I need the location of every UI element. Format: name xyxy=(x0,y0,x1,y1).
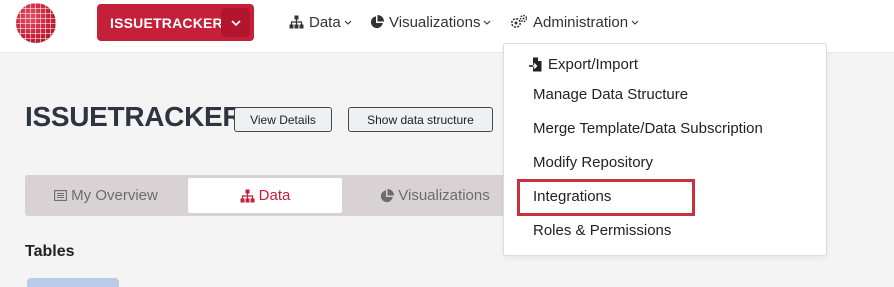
menu-item-modify-repository[interactable]: Modify Repository xyxy=(533,154,653,171)
sitemap-icon xyxy=(289,15,304,29)
menu-item-manage-data-structure[interactable]: Manage Data Structure xyxy=(533,86,688,103)
show-data-structure-button[interactable]: Show data structure xyxy=(348,107,493,132)
menu-item-integrations[interactable]: Integrations xyxy=(533,188,611,205)
table-tile[interactable] xyxy=(27,278,119,287)
chevron-down-icon xyxy=(631,20,639,25)
menu-item-merge-template[interactable]: Merge Template/Data Subscription xyxy=(533,120,763,137)
nav-administration-label: Administration xyxy=(533,13,629,31)
tab-visualizations-label: Visualizations xyxy=(398,187,490,204)
chevron-down-icon xyxy=(483,20,491,25)
nav-visualizations[interactable]: Visualizations xyxy=(370,12,491,32)
page-title: ISSUETRACKER xyxy=(25,101,243,132)
nav-administration[interactable]: Administration xyxy=(510,12,639,32)
pie-chart-icon xyxy=(370,15,384,29)
tab-my-overview[interactable]: My Overview xyxy=(28,178,184,213)
repository-dropdown-toggle[interactable] xyxy=(221,8,250,37)
menu-item-export-import[interactable]: Export/Import xyxy=(529,56,639,73)
sitemap-icon xyxy=(240,189,255,203)
tab-visualizations[interactable]: Visualizations xyxy=(355,178,515,213)
pie-chart-icon xyxy=(380,188,395,203)
repository-button-label: ISSUETRACKER xyxy=(110,15,223,31)
nav-data[interactable]: Data xyxy=(289,12,352,32)
menu-item-roles-permissions[interactable]: Roles & Permissions xyxy=(533,222,671,239)
logo-icon[interactable] xyxy=(16,3,56,43)
file-import-icon xyxy=(529,57,542,72)
repository-button[interactable]: ISSUETRACKER xyxy=(97,4,254,41)
administration-dropdown-menu: Export/Import Manage Data Structure Merg… xyxy=(503,43,827,256)
tables-section-title: Tables xyxy=(25,243,75,260)
tab-data-label: Data xyxy=(258,187,291,204)
view-details-button[interactable]: View Details xyxy=(234,107,332,132)
content-tabs: My Overview Data Visualizations xyxy=(25,175,545,216)
list-icon xyxy=(54,190,68,201)
nav-visualizations-label: Visualizations xyxy=(389,13,481,31)
menu-item-export-import-label: Export/Import xyxy=(548,56,639,73)
gears-icon xyxy=(510,14,528,30)
tab-data[interactable]: Data xyxy=(188,178,342,213)
nav-data-label: Data xyxy=(309,13,341,31)
chevron-down-icon xyxy=(344,20,352,25)
tab-my-overview-label: My Overview xyxy=(71,187,158,204)
chevron-down-icon xyxy=(230,19,241,26)
